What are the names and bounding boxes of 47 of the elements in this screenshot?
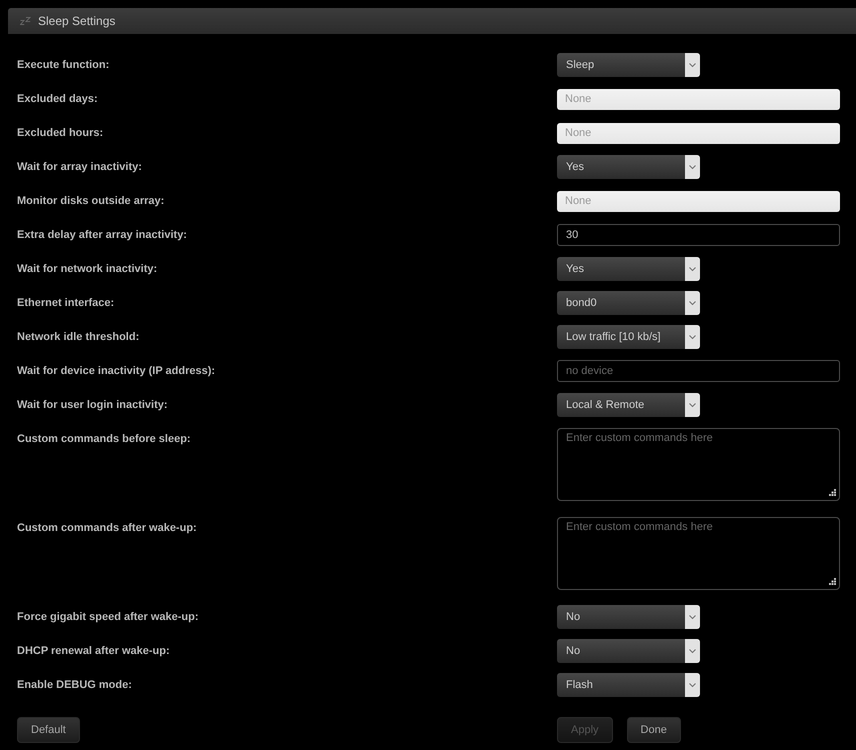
- field-label: Network idle threshold:: [17, 331, 140, 343]
- caret-icon: [685, 53, 700, 77]
- action-button[interactable]: Done: [626, 717, 681, 743]
- dropdown-select[interactable]: Yes: [557, 257, 700, 281]
- caret-icon: [685, 291, 700, 315]
- picker-field[interactable]: None: [557, 190, 840, 212]
- field-label: Custom commands after wake-up:: [17, 521, 198, 534]
- dropdown-select[interactable]: Sleep: [557, 53, 700, 77]
- caret-icon: [685, 393, 700, 417]
- field-label: Excluded days:: [17, 93, 99, 105]
- panel-title: Sleep Settings: [38, 14, 116, 28]
- field-label: Custom commands before sleep:: [17, 432, 192, 445]
- dropdown-select[interactable]: No: [557, 605, 700, 629]
- picker-field[interactable]: None: [557, 88, 840, 110]
- dropdown-select[interactable]: bond0: [557, 291, 700, 315]
- input-field[interactable]: no device: [557, 360, 840, 382]
- dropdown-select[interactable]: Yes: [557, 155, 700, 179]
- textarea-field[interactable]: Enter custom commands here: [557, 428, 840, 501]
- textarea-field[interactable]: Enter custom commands here: [557, 517, 840, 590]
- resize-grip-icon[interactable]: [829, 578, 836, 585]
- field-label: Excluded hours:: [17, 127, 104, 139]
- caret-icon: [685, 605, 700, 629]
- input-field[interactable]: 30: [557, 224, 840, 246]
- dropdown-select[interactable]: Flash: [557, 673, 700, 697]
- field-label: Wait for device inactivity (IP address):: [17, 365, 216, 377]
- field-label: Enable DEBUG mode:: [17, 679, 133, 691]
- field-label: Force gigabit speed after wake-up:: [17, 611, 200, 623]
- dropdown-select[interactable]: No: [557, 639, 700, 663]
- dropdown-select[interactable]: Low traffic [10 kb/s]: [557, 325, 700, 349]
- field-label: Execute function:: [17, 59, 110, 71]
- field-label: DHCP renewal after wake-up:: [17, 645, 171, 657]
- field-label: Wait for array inactivity:: [17, 161, 143, 173]
- dropdown-select[interactable]: Local & Remote: [557, 393, 700, 417]
- caret-icon: [685, 325, 700, 349]
- caret-icon: [685, 257, 700, 281]
- caret-icon: [685, 673, 700, 697]
- field-label: Wait for user login inactivity:: [17, 399, 169, 411]
- field-label: Extra delay after array inactivity:: [17, 229, 188, 241]
- field-label: Wait for network inactivity:: [17, 263, 158, 275]
- sleep-icon: [20, 17, 31, 25]
- caret-icon: [685, 639, 700, 663]
- resize-grip-icon[interactable]: [829, 489, 836, 496]
- action-button[interactable]: Default: [17, 717, 80, 743]
- caret-icon: [685, 155, 700, 179]
- field-label: Ethernet interface:: [17, 297, 116, 309]
- picker-field[interactable]: None: [557, 122, 840, 144]
- field-label: Monitor disks outside array:: [17, 195, 166, 207]
